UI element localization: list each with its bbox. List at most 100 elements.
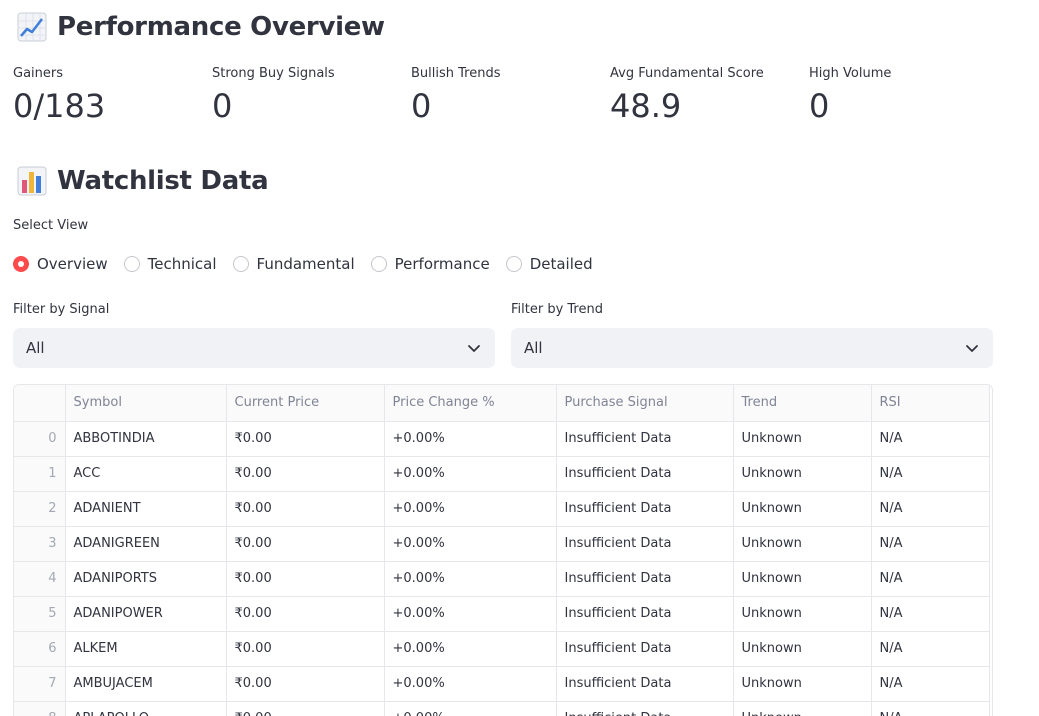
symbol-cell[interactable]: ACC	[65, 456, 227, 492]
table-row[interactable]: 5 ADANIPOWER ₹0.00 +0.00% Insufficient Data U…	[14, 596, 990, 632]
metric-label: Strong Buy Signals	[212, 66, 335, 81]
trend-cell[interactable]: Unknown	[733, 561, 872, 597]
price-change-cell[interactable]: +0.00%	[384, 491, 557, 527]
symbol-cell[interactable]: ADANIGREEN	[65, 526, 227, 562]
current-price-cell[interactable]: ₹0.00	[226, 701, 385, 716]
purchase-signal-cell[interactable]: Insufficient Data	[556, 456, 734, 492]
purchase-signal-cell[interactable]: Insufficient Data	[556, 631, 734, 667]
trend-cell[interactable]: Unknown	[733, 526, 872, 562]
table-row[interactable]: 7 AMBUJACEM ₹0.00 +0.00% Insufficient Data Un…	[14, 666, 990, 702]
rsi-cell[interactable]: N/A	[871, 666, 990, 702]
price-change-cell[interactable]: +0.00%	[384, 701, 557, 716]
row-index[interactable]: 7	[14, 666, 66, 702]
price-change-cell[interactable]: +0.00%	[384, 421, 557, 457]
row-index[interactable]: 4	[14, 561, 66, 597]
row-index[interactable]: 2	[14, 491, 66, 527]
table-row[interactable]: 8APLAPOLLO₹0.00+0.00%Insufficient DataUn…	[14, 701, 990, 716]
select-view-label: Select View	[13, 218, 89, 233]
metric-value: 0	[809, 87, 830, 125]
rsi-cell[interactable]: N/A	[871, 526, 990, 562]
price-change-cell[interactable]: +0.00%	[384, 456, 557, 492]
table-row[interactable]: 4 ADANIPORTS ₹0.00 +0.00% Insufficient Data U…	[14, 561, 990, 597]
column-header-index[interactable]	[14, 385, 66, 422]
rsi-cell[interactable]: N/A	[871, 456, 990, 492]
price-change-cell[interactable]: +0.00%	[384, 666, 557, 702]
table-row[interactable]: 2 ADANIENT ₹0.00 +0.00% Insufficient Data Unk…	[14, 491, 990, 527]
symbol-cell[interactable]: ADANIPORTS	[65, 561, 227, 597]
purchase-signal-cell[interactable]: Insufficient Data	[556, 701, 734, 716]
price-change-cell[interactable]: +0.00%	[384, 631, 557, 667]
current-price-cell[interactable]: ₹0.00	[226, 421, 385, 457]
purchase-signal-cell[interactable]: Insufficient Data	[556, 561, 734, 597]
purchase-signal-cell[interactable]: Insufficient Data	[556, 491, 734, 527]
column-header-purchase-signal[interactable]: Purchase Signal	[556, 385, 734, 422]
trend-cell[interactable]: Unknown	[733, 491, 872, 527]
row-index[interactable]: 6	[14, 631, 66, 667]
current-price-cell[interactable]: ₹0.00	[226, 526, 385, 562]
current-price-cell[interactable]: ₹0.00	[226, 666, 385, 702]
purchase-signal-cell[interactable]: Insufficient Data	[556, 421, 734, 457]
table-header-row: Symbol Current Price Price Change % Purc…	[14, 385, 990, 422]
symbol-cell[interactable]: APLAPOLLO	[65, 701, 227, 716]
radio-overview[interactable]: Overview	[13, 255, 108, 273]
radio-label: Performance	[394, 255, 490, 273]
radio-technical[interactable]: Technical	[123, 255, 217, 273]
rsi-cell[interactable]: N/A	[871, 561, 990, 597]
column-header-symbol[interactable]: Symbol	[65, 385, 227, 422]
radio-label: Overview	[37, 255, 108, 273]
current-price-cell[interactable]: ₹0.00	[226, 596, 385, 632]
purchase-signal-cell[interactable]: Insufficient Data	[556, 666, 734, 702]
current-price-cell[interactable]: ₹0.00	[226, 456, 385, 492]
row-index[interactable]: 1	[14, 456, 66, 492]
bar-chart-icon	[17, 166, 47, 196]
row-index[interactable]: 5	[14, 596, 66, 632]
current-price-cell[interactable]: ₹0.00	[226, 631, 385, 667]
row-index[interactable]: 3	[14, 526, 66, 562]
table-row[interactable]: 1 ACC ₹0.00 +0.00% Insufficient Data Unknown N…	[14, 456, 990, 492]
symbol-cell[interactable]: ABBOTINDIA	[65, 421, 227, 457]
rsi-cell[interactable]: N/A	[871, 491, 990, 527]
column-header-trend[interactable]: Trend	[733, 385, 872, 422]
column-header-current-price[interactable]: Current Price	[226, 385, 385, 422]
metric-strong-buy: Strong Buy Signals 0	[212, 66, 335, 124]
radio-performance[interactable]: Performance	[370, 255, 490, 273]
column-header-rsi[interactable]: RSI	[871, 385, 990, 422]
row-index[interactable]: 8	[14, 701, 66, 716]
current-price-cell[interactable]: ₹0.00	[226, 491, 385, 527]
table-row[interactable]: 3 ADANIGREEN ₹0.00 +0.00% Insufficient Data U…	[14, 526, 990, 562]
rsi-cell[interactable]: N/A	[871, 701, 990, 716]
price-change-cell[interactable]: +0.00%	[384, 596, 557, 632]
row-index[interactable]: 0	[14, 421, 66, 457]
chevron-down-icon	[966, 345, 978, 352]
table-row[interactable]: 0 ABBOTINDIA ₹0.00 +0.00% Insufficient Data U…	[14, 421, 990, 457]
price-change-cell[interactable]: +0.00%	[384, 526, 557, 562]
radio-detailed[interactable]: Detailed	[505, 255, 593, 273]
trend-cell[interactable]: Unknown	[733, 631, 872, 667]
symbol-cell[interactable]: AMBUJACEM	[65, 666, 227, 702]
chart-increasing-icon	[17, 12, 47, 42]
rsi-cell[interactable]: N/A	[871, 596, 990, 632]
current-price-cell[interactable]: ₹0.00	[226, 561, 385, 597]
symbol-cell[interactable]: ADANIPOWER	[65, 596, 227, 632]
view-radio-group: Overview Technical Fundamental Performan…	[13, 255, 609, 273]
purchase-signal-cell[interactable]: Insufficient Data	[556, 596, 734, 632]
trend-cell[interactable]: Unknown	[733, 701, 872, 716]
symbol-cell[interactable]: ADANIENT	[65, 491, 227, 527]
filter-trend-select[interactable]: All	[511, 328, 993, 368]
column-header-price-change[interactable]: Price Change %	[384, 385, 557, 422]
watchlist-table[interactable]: Symbol Current Price Price Change % Purc…	[13, 384, 993, 716]
metric-gainers: Gainers 0/183	[13, 66, 105, 124]
trend-cell[interactable]: Unknown	[733, 596, 872, 632]
table-row[interactable]: 6 ALKEM ₹0.00 +0.00% Insufficient Data Unknow…	[14, 631, 990, 667]
symbol-cell[interactable]: ALKEM	[65, 631, 227, 667]
rsi-cell[interactable]: N/A	[871, 421, 990, 457]
purchase-signal-cell[interactable]: Insufficient Data	[556, 526, 734, 562]
rsi-cell[interactable]: N/A	[871, 631, 990, 667]
radio-fundamental[interactable]: Fundamental	[232, 255, 355, 273]
trend-cell[interactable]: Unknown	[733, 421, 872, 457]
trend-cell[interactable]: Unknown	[733, 666, 872, 702]
filter-signal-select[interactable]: All	[13, 328, 495, 368]
price-change-cell[interactable]: +0.00%	[384, 561, 557, 597]
filter-trend-label: Filter by Trend	[511, 302, 603, 317]
trend-cell[interactable]: Unknown	[733, 456, 872, 492]
